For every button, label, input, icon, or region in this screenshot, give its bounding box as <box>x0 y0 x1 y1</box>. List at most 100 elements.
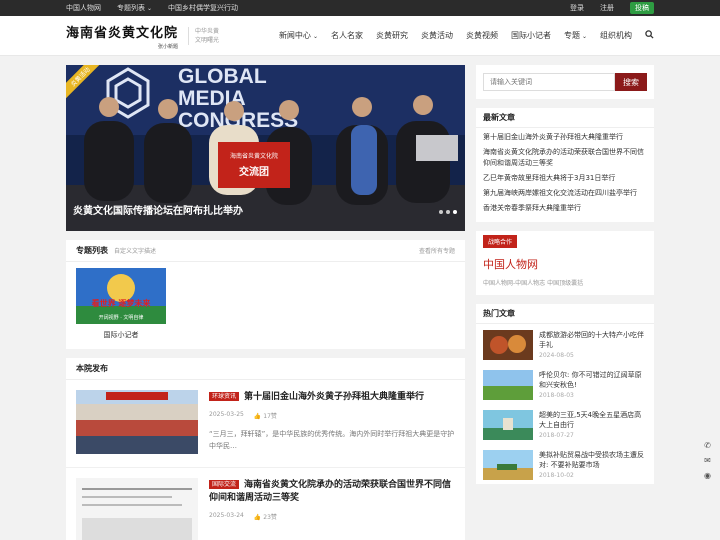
article-likes-count: 17赞 <box>263 413 277 420</box>
banner-text-1: GLOBAL <box>178 65 267 88</box>
nav-item-videos[interactable]: 炎黄视频 <box>466 30 498 41</box>
slider-dot-active[interactable] <box>453 210 457 214</box>
search-widget: 搜索 <box>476 65 654 99</box>
latest-article-link[interactable]: 第九届海峡两岸嫘祖文化交流活动在四川盐亭举行 <box>483 186 647 201</box>
search-icon[interactable] <box>645 30 654 41</box>
article-meta: 2025-03-25 👍 17赞 <box>209 411 455 420</box>
strategy-tag: 战略合作 <box>483 235 518 248</box>
site-logo[interactable]: 海南省炎黄文化院 张小新题 中华炎黄 文明曙光 <box>66 22 219 50</box>
article-title-text: 第十届旧金山海外炎黄子孙拜祖大典隆重举行 <box>244 392 425 402</box>
hot-article-thumbnail <box>483 410 533 440</box>
topbar-link-rural[interactable]: 中国乡村偶学复兴行动 <box>168 3 238 13</box>
latest-article-link[interactable]: 第十届旧金山海外炎黄子孙拜祖大典隆重举行 <box>483 130 647 145</box>
register-link[interactable]: 注册 <box>600 3 614 13</box>
slider-dot[interactable] <box>439 210 443 214</box>
floating-toolbar: ✆ ✉ ◉ <box>701 441 714 480</box>
article-title[interactable]: 国际交流 海南省炎黄文化院承办的活动荣获联合国世界不同信仰间和谐周活动三等奖 <box>209 478 455 505</box>
latest-article-link[interactable]: 海南省炎黄文化院承办的活动荣获联合国世界不同信仰间和谐周活动三等奖 <box>483 145 647 171</box>
chevron-down-icon: ⌄ <box>147 5 153 12</box>
article-item[interactable]: 环球资讯 第十届旧金山海外炎黄子孙拜祖大典隆重举行 2025-03-25 👍 17… <box>66 380 465 468</box>
topbar-link-topics[interactable]: 专题列表 ⌄ <box>117 3 152 13</box>
logo-text: 海南省炎黄文化院 <box>66 25 179 41</box>
strategy-widget: 战略合作 中国人物网 中国人物网-中国人物志 中国顶级囊括 <box>476 231 654 295</box>
logo-signature: 张小新题 <box>158 43 179 50</box>
latest-articles-widget: 最新文章 第十届旧金山海外炎黄子孙拜祖大典隆重举行 海南省炎黄文化院承办的活动荣… <box>476 108 654 222</box>
phone-icon[interactable]: ✆ <box>704 441 711 450</box>
hot-title: 热门文章 <box>476 304 654 324</box>
topbar-link-people[interactable]: 中国人物网 <box>66 3 101 13</box>
hot-article-thumbnail <box>483 370 533 400</box>
top-bar: 中国人物网 专题列表 ⌄ 中国乡村偶学复兴行动 登录 注册 投稿 <box>0 0 720 16</box>
nav-item-topics[interactable]: 专题 ⌄ <box>564 30 587 41</box>
like-icon: 👍 <box>253 514 262 521</box>
article-thumbnail <box>76 478 198 540</box>
topic-thumb-text: 看世界 逐梦未来 <box>91 298 152 308</box>
hot-article-title[interactable]: 美拟补贴贸易战中受损农场主遭反对: 不要补贴要市场 <box>539 450 647 470</box>
hot-article-thumbnail <box>483 450 533 480</box>
topic-thumbnail: 看世界 逐梦未来 开阔视野 · 文明自律 <box>76 268 166 324</box>
article-date: 2025-03-25 <box>209 411 244 418</box>
wechat-icon[interactable]: ✉ <box>704 456 711 465</box>
topic-name[interactable]: 国际小记者 <box>76 330 166 340</box>
partner-name[interactable]: 中国人物网 <box>483 256 647 272</box>
hot-article-item[interactable]: 美拟补贴贸易战中受损农场主遭反对: 不要补贴要市场 2018-10-02 <box>476 444 654 484</box>
article-title[interactable]: 环球资讯 第十届旧金山海外炎黄子孙拜祖大典隆重举行 <box>209 390 455 404</box>
latest-title: 最新文章 <box>476 108 654 128</box>
latest-article-link[interactable]: 乙巳年黄帝故里拜祖大典将于3月31日举行 <box>483 171 647 186</box>
article-category-badge[interactable]: 国际交流 <box>209 480 240 489</box>
nav-item-activities[interactable]: 炎黄活动 <box>421 30 453 41</box>
login-link[interactable]: 登录 <box>570 3 584 13</box>
partner-desc: 中国人物网-中国人物志 中国顶级囊括 <box>483 280 584 287</box>
chevron-down-icon: ⌄ <box>312 33 318 40</box>
slide-caption[interactable]: 炎黄文化国际传播论坛在阿布扎比举办 <box>73 202 243 217</box>
nav-item-research[interactable]: 炎黄研究 <box>376 30 408 41</box>
hot-article-date: 2018-10-02 <box>539 472 574 479</box>
all-topics-link[interactable]: 查看所有专题 <box>419 246 455 255</box>
article-date: 2025-03-24 <box>209 512 244 519</box>
hot-article-item[interactable]: 超美的三亚,5天4晚全五星酒店高大上自由行 2018-07-27 <box>476 404 654 444</box>
article-likes[interactable]: 👍 17赞 <box>254 411 277 420</box>
sidebar: 搜索 最新文章 第十届旧金山海外炎黄子孙拜祖大典隆重举行 海南省炎黄文化院承办的… <box>476 65 654 493</box>
nav-item-celebrities[interactable]: 名人名家 <box>331 30 363 41</box>
nav-item-reporters[interactable]: 国际小记者 <box>511 30 551 41</box>
hot-article-item[interactable]: 成都旅游必带回的十大特产小吃伴手礼 2024-08-05 <box>476 324 654 364</box>
slider-dot[interactable] <box>446 210 450 214</box>
hot-article-title[interactable]: 呼伦贝尔: 你不可错过的辽阔草原和兴安秋色! <box>539 370 647 390</box>
article-likes-count: 23赞 <box>263 514 277 521</box>
article-title-text: 海南省炎黄文化院承办的活动荣获联合国世界不同信仰间和谐周活动三等奖 <box>209 480 452 503</box>
article-likes[interactable]: 👍 23赞 <box>254 512 277 521</box>
topic-item[interactable]: 看世界 逐梦未来 开阔视野 · 文明自律 国际小记者 <box>66 262 465 349</box>
logo-slogan: 中华炎黄 文明曙光 <box>188 26 220 45</box>
releases-title: 本院发布 <box>76 364 108 373</box>
featured-slider[interactable]: GLOBAL MEDIA CONGRESS 海南省炎黄文化院 交流团 炎黄活动 … <box>66 65 465 231</box>
article-item[interactable]: 国际交流 海南省炎黄文化院承办的活动荣获联合国世界不同信仰间和谐周活动三等奖 20… <box>66 468 465 540</box>
hot-article-item[interactable]: 呼伦贝尔: 你不可错过的辽阔草原和兴安秋色! 2018-08-03 <box>476 364 654 404</box>
hot-article-title[interactable]: 成都旅游必带回的十大特产小吃伴手礼 <box>539 330 647 350</box>
hot-article-thumbnail <box>483 330 533 360</box>
hot-article-date: 2024-08-05 <box>539 352 574 359</box>
hot-articles-widget: 热门文章 成都旅游必带回的十大特产小吃伴手礼 2024-08-05 呼伦贝尔: … <box>476 304 654 484</box>
topics-desc: 自定义文字描述 <box>114 248 157 255</box>
hot-article-title[interactable]: 超美的三亚,5天4晚全五星酒店高大上自由行 <box>539 410 647 430</box>
topbar-link-topics-label: 专题列表 <box>117 4 145 12</box>
sign-text-1: 海南省炎黄文化院 <box>230 152 278 160</box>
slogan-line-1: 中华炎黄 <box>195 27 220 35</box>
article-category-badge[interactable]: 环球资讯 <box>209 392 240 401</box>
contribute-button[interactable]: 投稿 <box>630 2 654 14</box>
weibo-icon[interactable]: ◉ <box>704 471 711 480</box>
site-header: 海南省炎黄文化院 张小新题 中华炎黄 文明曙光 新闻中心 ⌄ 名人名家 炎黄研究 … <box>0 16 720 56</box>
search-input[interactable] <box>483 73 615 91</box>
slogan-line-2: 文明曙光 <box>195 36 220 44</box>
nav-item-news-label: 新闻中心 <box>278 31 311 40</box>
latest-article-link[interactable]: 香港关帝春季祭拜大典隆重举行 <box>483 201 647 216</box>
search-button[interactable]: 搜索 <box>615 73 647 91</box>
topics-title: 专题列表 <box>76 246 108 255</box>
article-thumbnail <box>76 390 198 454</box>
nav-item-organization[interactable]: 组织机构 <box>600 30 632 41</box>
hot-article-date: 2018-07-27 <box>539 432 574 439</box>
nav-item-news[interactable]: 新闻中心 ⌄ <box>279 30 318 41</box>
slider-dots <box>439 210 457 214</box>
like-icon: 👍 <box>253 413 262 420</box>
main-nav: 新闻中心 ⌄ 名人名家 炎黄研究 炎黄活动 炎黄视频 国际小记者 专题 ⌄ 组织机构 <box>279 30 654 41</box>
hot-article-date: 2018-08-03 <box>539 392 574 399</box>
